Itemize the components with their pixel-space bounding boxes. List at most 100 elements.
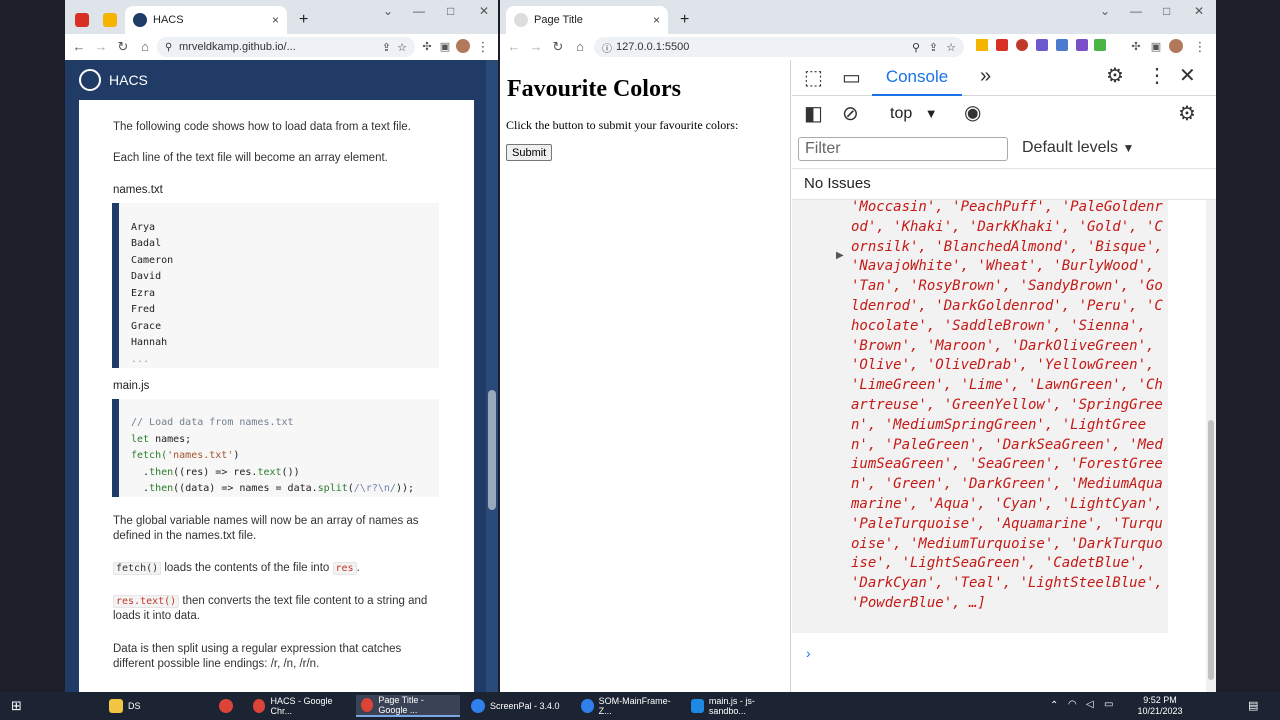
extension-icon[interactable] — [1036, 39, 1048, 51]
taskbar-item-page-title[interactable]: Page Title - Google ... — [356, 695, 460, 717]
instruction-text: Click the button to submit your favourit… — [506, 118, 739, 132]
code-line: Fred — [131, 304, 156, 315]
device-toggle-icon[interactable]: ▭ — [842, 67, 861, 89]
scrollbar-thumb[interactable] — [1208, 420, 1214, 680]
console-prompt[interactable]: › — [806, 645, 811, 661]
taskbar-item-ds[interactable]: DS — [104, 695, 204, 717]
clear-console-icon[interactable]: ⊘ — [842, 103, 859, 125]
filter-input[interactable]: Filter — [798, 137, 1008, 161]
share-icon[interactable]: ⇪ — [929, 41, 938, 54]
tab-search-icon[interactable]: ⌄ — [1100, 4, 1110, 18]
page-scrollbar[interactable] — [486, 60, 498, 692]
code-comment: // Load data from names.txt — [131, 417, 294, 428]
tab-hacs[interactable]: HACS × — [125, 6, 287, 34]
share-icon[interactable]: ⇪ — [382, 41, 391, 54]
taskbar-item-chrome[interactable] — [214, 695, 240, 717]
menu-kebab-icon[interactable]: ⋮ — [1192, 39, 1208, 55]
home-icon[interactable]: ⌂ — [137, 39, 153, 55]
menu-kebab-icon[interactable]: ⋮ — [1147, 65, 1167, 87]
chrome-icon — [253, 699, 266, 713]
tray-chevron-icon[interactable]: ⌃ — [1050, 700, 1058, 711]
minimize-icon[interactable]: — — [413, 4, 425, 18]
address-bar[interactable]: ⓘ 127.0.0.1:5500 ⚲ ⇪ ☆ — [594, 37, 964, 57]
maximize-icon[interactable]: □ — [1163, 4, 1170, 18]
gear-icon[interactable]: ⚙ — [1178, 103, 1196, 125]
more-tabs-icon[interactable]: » — [980, 65, 991, 87]
close-devtools-icon[interactable]: ✕ — [1179, 65, 1196, 87]
code-line: Hannah — [131, 337, 168, 348]
new-tab-button[interactable]: + — [291, 6, 316, 34]
site-info-icon[interactable]: ⚲ — [165, 42, 172, 53]
tab-page-title[interactable]: Page Title × — [506, 6, 668, 34]
maximize-icon[interactable]: □ — [447, 4, 454, 18]
zoom-icon[interactable]: ⚲ — [912, 41, 920, 54]
taskbar-item-hacs[interactable]: HACS - Google Chr... — [248, 695, 352, 717]
address-text: 127.0.0.1:5500 — [616, 41, 690, 53]
extension-icon[interactable] — [976, 39, 988, 51]
avatar[interactable] — [455, 39, 471, 57]
submit-button[interactable]: Submit — [506, 144, 553, 161]
translate-icon[interactable] — [1056, 39, 1068, 51]
extension-icon[interactable] — [1094, 39, 1106, 51]
tab-search-icon[interactable]: ⌄ — [383, 4, 393, 18]
left-browser-window: HACS × + ⌄ — □ ✕ ← → ↻ ⌂ ⚲ mrveldkamp.gi… — [65, 0, 498, 692]
bookmark-star-icon[interactable]: ☆ — [397, 41, 407, 54]
menu-kebab-icon[interactable]: ⋮ — [475, 39, 491, 55]
close-window-icon[interactable]: ✕ — [479, 4, 489, 18]
new-tab-button[interactable]: + — [672, 6, 697, 34]
battery-icon[interactable]: ▭ — [1104, 699, 1113, 710]
close-window-icon[interactable]: ✕ — [1194, 4, 1204, 18]
doc-content: The following code shows how to load dat… — [79, 100, 474, 692]
info-icon[interactable]: ⓘ — [602, 40, 612, 55]
gear-icon[interactable]: ⚙ — [1106, 65, 1124, 87]
forward-icon[interactable]: → — [93, 39, 109, 55]
console-scrollbar[interactable] — [1206, 200, 1216, 692]
expand-arrow-icon[interactable]: ▶ — [836, 250, 844, 261]
array-output: 'Moccasin', 'PeachPuff', 'PaleGoldenrod'… — [851, 200, 1163, 611]
back-icon[interactable]: ← — [506, 39, 522, 55]
wifi-icon[interactable]: ◠ — [1068, 699, 1077, 710]
adblock-icon[interactable] — [996, 39, 1008, 51]
taskbar-item-vscode[interactable]: main.js - js-sandbo... — [686, 695, 790, 717]
volume-icon[interactable]: ◁ — [1086, 699, 1094, 710]
minimize-icon[interactable]: — — [1130, 4, 1142, 18]
puzzle-icon[interactable]: ✣ — [1128, 39, 1144, 55]
reload-icon[interactable]: ↻ — [550, 39, 566, 55]
record-icon[interactable] — [1016, 39, 1028, 51]
issues-bar[interactable]: No Issues — [792, 168, 1216, 200]
console-toolbar: ◧ ⊘ top ▼ ◉ ⚙ — [792, 96, 1216, 132]
extension-icon[interactable]: ✣ — [419, 39, 435, 55]
back-icon[interactable]: ← — [71, 39, 87, 55]
sidepanel-icon[interactable]: ▣ — [1148, 39, 1164, 55]
paragraph: Each line of the text file will become a… — [113, 152, 388, 164]
taskbar: ⊞ DS HACS - Google Chr... Page Title - G… — [0, 692, 1280, 720]
devtools-tab-bar: ⬚ ▭ Console » ⚙ ⋮ ✕ — [792, 60, 1216, 96]
context-selector[interactable]: top ▼ — [890, 105, 938, 123]
eye-icon[interactable]: ◉ — [964, 102, 981, 124]
notifications-icon[interactable]: ▤ — [1248, 699, 1258, 712]
tab-console[interactable]: Console — [872, 60, 962, 96]
home-icon[interactable]: ⌂ — [572, 39, 588, 55]
levels-dropdown[interactable]: Default levels ▼ — [1022, 139, 1134, 157]
scrollbar-thumb[interactable] — [488, 390, 496, 510]
tab-drive[interactable] — [99, 6, 121, 34]
paragraph: res.text() then converts the text file c… — [113, 595, 428, 622]
extension-icon[interactable] — [1076, 39, 1088, 51]
forward-icon[interactable]: → — [528, 39, 544, 55]
start-icon[interactable]: ⊞ — [6, 695, 27, 717]
avatar[interactable] — [1168, 39, 1184, 57]
close-tab-icon[interactable]: × — [653, 13, 660, 27]
right-browser-window: Page Title × + ⌄ — □ ✕ ← → ↻ ⌂ ⓘ 127.0.0… — [500, 0, 1216, 692]
bookmark-star-icon[interactable]: ☆ — [946, 41, 956, 54]
taskbar-item-som[interactable]: SOM-MainFrame-Z... — [576, 695, 680, 717]
address-bar[interactable]: ⚲ mrveldkamp.github.io/... ⇪ ☆ — [157, 37, 415, 57]
tab-gmail[interactable] — [71, 6, 93, 34]
taskbar-item-screenpal[interactable]: ScreenPal - 3.4.0 — [466, 695, 570, 717]
reload-icon[interactable]: ↻ — [115, 39, 131, 55]
inspect-element-icon[interactable]: ⬚ — [804, 67, 823, 89]
left-tab-strip: HACS × + ⌄ — □ ✕ — [65, 0, 498, 34]
sidebar-toggle-icon[interactable]: ◧ — [804, 103, 823, 125]
sidepanel-icon[interactable]: ▣ — [437, 39, 453, 55]
close-tab-icon[interactable]: × — [272, 13, 279, 27]
clock[interactable]: 9:52 PM 10/21/2023 — [1130, 695, 1190, 717]
